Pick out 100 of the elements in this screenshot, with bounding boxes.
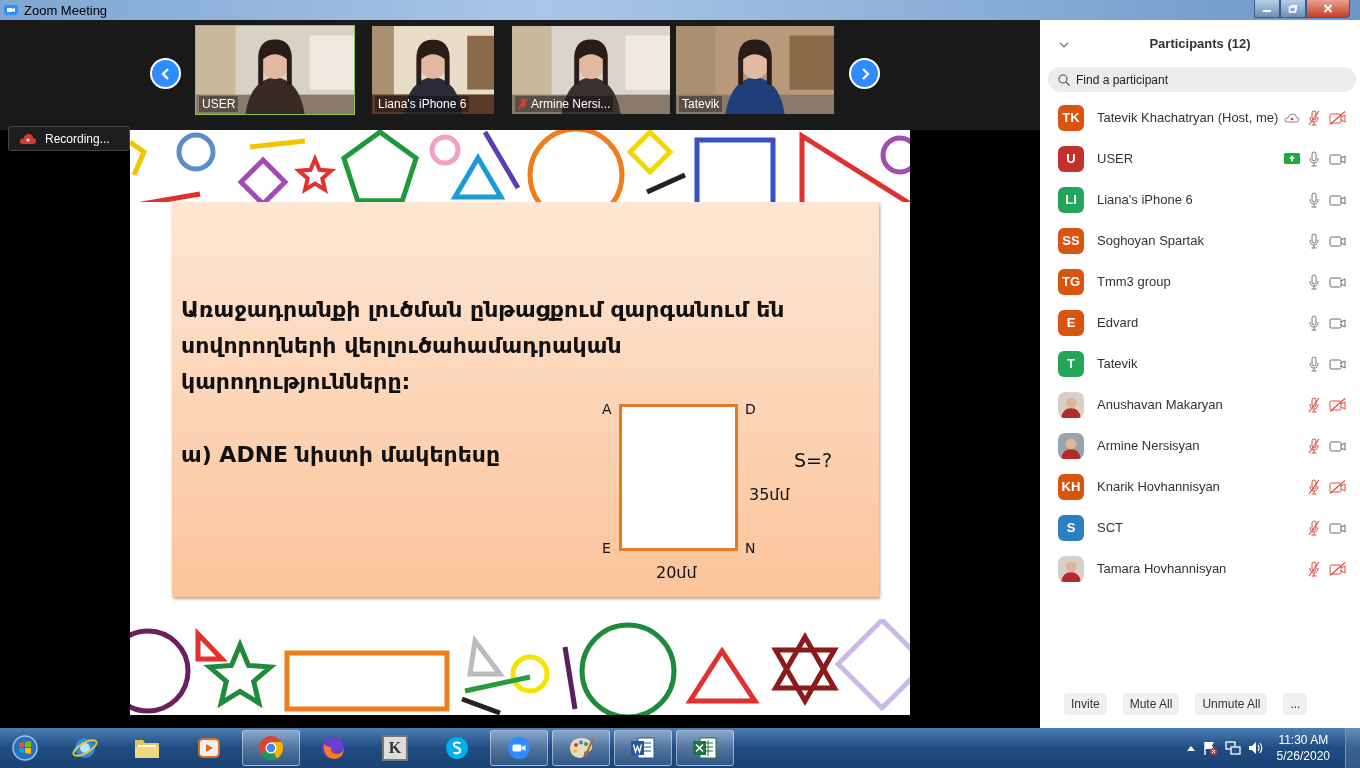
taskbar-app-button[interactable] [490,730,548,766]
participant-name: SCT [1097,520,1123,535]
next-button[interactable] [849,58,880,89]
participant-name: Soghoyan Spartak [1097,233,1204,248]
corner-label: E [602,540,611,556]
camera-icon [4,5,18,15]
taskbar-app-button[interactable] [676,730,734,766]
avatar: E [1058,309,1084,336]
mic-icon[interactable] [1308,355,1320,372]
side-label: 35մմ [749,485,790,504]
search-icon [1058,74,1070,86]
video-icon[interactable] [1329,520,1346,535]
participant-name: Tmm3 group [1097,274,1171,289]
corner-label: A [602,401,612,417]
video-icon[interactable] [1329,151,1346,166]
video-off-icon[interactable] [1329,397,1346,412]
video-off-icon[interactable] [1329,561,1346,576]
mic-icon[interactable] [1308,314,1320,331]
avatar: TK [1058,104,1084,131]
minimize-button[interactable] [1254,0,1280,18]
video-tile[interactable]: USER [195,25,355,115]
windows-logo [12,735,38,761]
avatar: T [1058,350,1084,377]
muted-mic-icon[interactable] [1308,437,1320,454]
participant-name: Tatevik [1097,356,1138,371]
avatar: S [1058,514,1084,541]
document-icon [629,735,657,761]
avatar: LI [1058,186,1084,213]
participant-name: Tamara Hovhannisyan [1097,561,1227,576]
chat-bubble-icon [444,735,470,761]
show-hidden-icon[interactable] [1186,745,1195,751]
clock[interactable]: 11:30 AM 5/26/2020 [1276,732,1330,764]
previous-button[interactable] [150,58,181,89]
chevron-icon[interactable] [1059,42,1069,48]
video-off-icon[interactable] [1329,110,1346,125]
question-text: S=? [794,449,833,471]
panel-button[interactable]: Mute All [1122,693,1180,715]
muted-mic-icon[interactable] [1308,109,1320,126]
media-player-icon [196,735,222,761]
participant-name: Liana's iPhone 6 [1097,192,1193,207]
video-icon[interactable] [1329,438,1346,453]
video-icon[interactable] [1329,233,1346,248]
participant-name: Knarik Hovhannisyan [1097,479,1220,494]
close-icon [1323,4,1333,13]
chrome-icon [257,734,285,762]
video-label: Armine Nersi... [531,97,611,111]
palette-icon [567,735,595,761]
video-camera-icon [506,735,532,761]
panel-button[interactable]: Unmute All [1195,693,1268,715]
corner-label: D [745,401,756,417]
video-label: Tatevik [682,97,720,111]
video-icon[interactable] [1329,315,1346,330]
muted-mic-icon[interactable] [1308,560,1320,577]
speaker-icon[interactable] [1247,740,1264,756]
avatar: SS [1058,227,1084,254]
restore-icon [1288,4,1298,13]
avatar: U [1058,145,1084,172]
video-off-icon[interactable] [1329,479,1346,494]
video-icon[interactable] [1329,274,1346,289]
show-desktop-button[interactable] [1345,728,1360,768]
participant-name: Edvard [1097,315,1139,330]
mic-icon[interactable] [1308,273,1320,290]
taskbar-app-button[interactable] [242,730,300,766]
corner-label: N [745,540,756,556]
recording-indicator[interactable]: Recording... [8,126,130,151]
flag-icon[interactable] [1201,740,1218,756]
muted-mic-icon[interactable] [1308,396,1320,413]
taskbar-app-button[interactable] [614,730,672,766]
panel-button[interactable]: Invite [1064,693,1107,715]
chevron-left-icon [159,66,172,81]
restore-button[interactable] [1280,0,1306,18]
bottom-label: 20մմ [656,563,697,582]
search-field[interactable]: Find a participant [1048,67,1356,92]
video-label: Liana's iPhone 6 [378,97,467,111]
mic-icon[interactable] [1308,232,1320,249]
taskbar-app-button[interactable]: K [366,730,424,766]
participant-name: Tatevik Khachatryan (Host, me) [1097,110,1279,125]
panel-title: Participants (12) [1149,35,1251,51]
taskbar-app-button[interactable] [552,730,610,766]
video-tile[interactable]: Liana's iPhone 6 [371,25,495,115]
video-label: USER [202,97,236,111]
muted-mic-icon[interactable] [1308,519,1320,536]
slide-paragraph: Առաջադրանքի լուծման ընթացքում զարգանում են սովորողների վերլուծահամադրական կարողությունները: [181,296,786,396]
spreadsheet-icon [691,735,719,761]
close-button[interactable] [1306,0,1350,18]
video-tile[interactable]: Tatevik [675,25,835,115]
mic-icon[interactable] [1308,191,1320,208]
video-icon[interactable] [1329,356,1346,371]
avatar: TG [1058,268,1084,295]
video-tile[interactable]: Armine Nersi... [511,25,671,115]
mic-icon[interactable] [1308,150,1320,167]
video-icon[interactable] [1329,192,1346,207]
network-icon[interactable] [1224,740,1241,756]
avatar: KH [1058,473,1084,500]
window-title: Zoom Meeting [24,2,108,18]
cloud-icon [19,132,37,145]
muted-mic-icon[interactable] [1308,478,1320,495]
fox-globe-icon [319,734,347,762]
panel-button[interactable]: ... [1283,693,1308,715]
participant-name: Armine Nersisyan [1097,438,1200,453]
